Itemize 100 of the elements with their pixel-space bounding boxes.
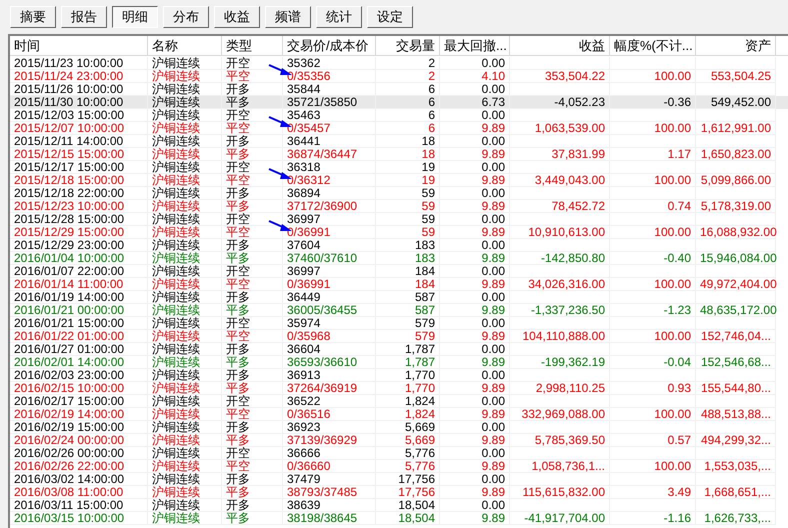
table-cell: 9.89 [482,225,505,239]
table-cell: 2016/03/02 14:00:00 [14,472,124,486]
table-cell: 沪铜连续 [152,56,200,70]
table-cell: 35463 [287,108,320,122]
table-cell: 2016/02/19 15:00:00 [14,420,124,434]
table-cell: 沪铜连续 [152,95,200,109]
table-cell: 1,650,823.00 [700,147,771,161]
table-cell: 2015/12/03 15:00:00 [14,108,124,122]
table-cell: 0.00 [482,264,505,278]
table-cell: 35721/35850 [287,95,358,109]
table-cell: 9.89 [482,407,505,421]
column-header[interactable]: 类型 [222,36,283,56]
table-cell: 开空 [226,212,250,226]
table-cell: 沪铜连续 [152,147,200,161]
table-cell: 2015/11/26 10:00:00 [14,82,124,96]
table-cell: 1,058,736,1... [532,459,605,473]
table-cell: 0.00 [482,212,505,226]
table-cell: 9.89 [482,173,505,187]
table-cell: 17,756 [398,472,435,486]
table-cell: 沪铜连续 [152,420,200,434]
table-cell: 1,063,539.00 [534,121,605,135]
column-header[interactable]: 收益 [510,36,610,56]
table-cell: 2015/12/29 15:00:00 [14,225,124,239]
table-cell: 587 [414,303,435,317]
table-cell: 3.49 [668,485,691,499]
table-cell: 3,449,043.00 [534,173,605,187]
table-cell: 17,756 [398,485,435,499]
table-cell: 183 [414,238,435,252]
tab[interactable]: 分布 [163,6,209,28]
table-cell: 9.89 [482,433,505,447]
column-header[interactable]: 最大回撤... [440,36,510,56]
tab[interactable]: 摘要 [10,6,56,28]
table-cell: 沪铜连续 [152,212,200,226]
table-cell: 35844 [287,82,320,96]
table-cell: 36913 [287,368,320,382]
tab[interactable]: 收益 [214,6,260,28]
table-cell: 沪铜连续 [152,329,200,343]
table-cell: 1.17 [668,147,691,161]
column-header[interactable]: 交易价/成本价 [283,36,376,56]
table-cell: 0/35968 [287,329,330,343]
table-cell: 2016/03/08 11:00:00 [14,485,124,499]
table-cell: 78,452.72 [552,199,605,213]
table-cell: 2016/02/17 15:00:00 [14,394,124,408]
tab[interactable]: 明细 [112,6,158,28]
table-cell: 4.10 [482,69,505,83]
tab[interactable]: 统计 [316,6,362,28]
table-cell: 0/36312 [287,173,330,187]
table-cell: 2016/01/19 14:00:00 [14,290,124,304]
table-cell: 1,770 [404,381,435,395]
table-cell: 35362 [287,56,320,70]
table-cell: 0.00 [482,498,505,512]
column-header[interactable]: 交易量 [376,36,440,56]
table-cell: 平空 [226,459,250,473]
table-cell: 2016/02/03 23:00:00 [14,368,124,382]
table-cell: 579 [414,329,435,343]
table-cell: 2015/11/24 23:00:00 [14,69,124,83]
column-header[interactable]: 名称 [148,36,222,56]
table-cell: 2015/11/23 10:00:00 [14,56,124,70]
tab[interactable]: 频谱 [265,6,311,28]
table-cell: 沪铜连续 [152,446,200,460]
table-cell: -41,917,704.00 [524,511,605,525]
table-cell: 沪铜连续 [152,407,200,421]
table-cell: 36666 [287,446,320,460]
column-header[interactable]: 资产 [696,36,776,56]
table-cell: 0.00 [482,160,505,174]
table-cell: 0.00 [482,108,505,122]
column-header[interactable]: 时间 [10,36,148,56]
table-cell: 开多 [226,290,250,304]
table-cell: 沪铜连续 [152,511,200,525]
table-cell: 开空 [226,316,250,330]
table-cell: 37479 [287,472,320,486]
table-cell: 0.00 [482,56,505,70]
table-cell: 2016/01/22 01:00:00 [14,329,124,343]
table-cell: 5,669 [404,420,435,434]
table-cell: 沪铜连续 [152,433,200,447]
table-cell: 平多 [226,511,250,525]
table-row[interactable]: 2015/11/30 10:00:00 沪铜连续 平多 35721/35850 6 6.73 -4,052.23 -0.36 549,452.00 [10,96,788,109]
table-cell: 9.89 [482,251,505,265]
table-cell: 59 [422,186,435,200]
table-cell: 沪铜连续 [152,290,200,304]
table-cell: 0.00 [482,472,505,486]
table-cell: 6 [428,121,435,135]
table-cell: 9.89 [482,485,505,499]
table-cell: 0/36991 [287,225,330,239]
table-cell: 2015/11/30 10:00:00 [14,95,124,109]
table-cell: 2015/12/18 15:00:00 [14,173,124,187]
column-header[interactable]: 幅度%(不计... [610,36,696,56]
table-cell: 2015/12/17 15:00:00 [14,160,124,174]
tab[interactable]: 设定 [367,6,413,28]
table-cell: 9.89 [482,303,505,317]
table-cell: 587 [414,290,435,304]
table-cell: 37,831.99 [552,147,605,161]
table-cell: 0.00 [482,394,505,408]
table-cell: 0.00 [482,420,505,434]
table-cell: 36449 [287,290,320,304]
table-cell: 开多 [226,420,250,434]
table-cell: 沪铜连续 [152,381,200,395]
table-cell: 平空 [226,277,250,291]
tab[interactable]: 报告 [61,6,107,28]
table-cell: 2015/12/29 23:00:00 [14,238,124,252]
